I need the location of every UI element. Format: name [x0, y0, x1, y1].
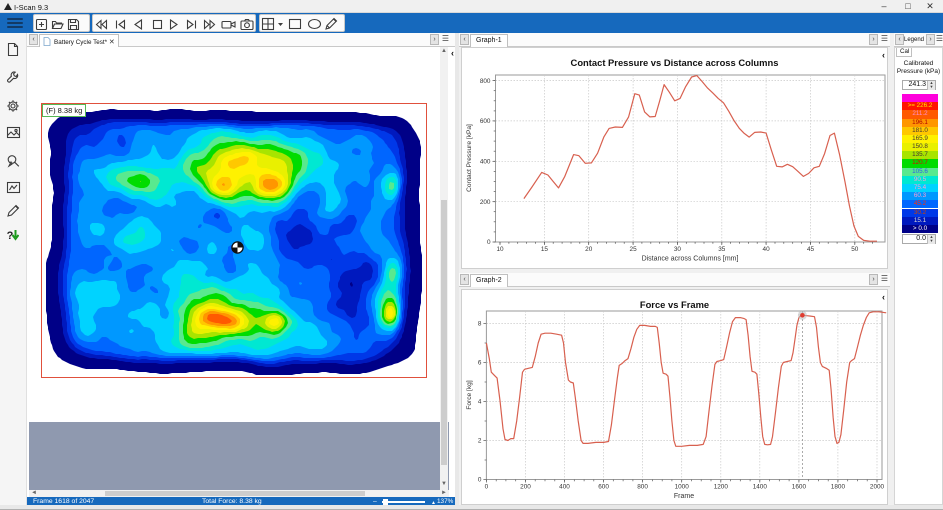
svg-text:0: 0 [478, 477, 482, 484]
svg-text:10: 10 [496, 246, 504, 253]
svg-text:200: 200 [520, 484, 531, 491]
svg-text:2000: 2000 [870, 484, 885, 491]
svg-text:4: 4 [478, 399, 482, 406]
svg-text:45: 45 [807, 246, 815, 253]
svg-text:Frame: Frame [674, 493, 694, 500]
svg-text:20: 20 [585, 246, 593, 253]
svg-text:2: 2 [478, 438, 482, 445]
svg-text:600: 600 [598, 484, 609, 491]
svg-text:1200: 1200 [714, 484, 729, 491]
svg-text:Force [kg]: Force [kg] [466, 380, 473, 409]
svg-text:25: 25 [630, 246, 638, 253]
svg-text:35: 35 [718, 246, 726, 253]
svg-text:1600: 1600 [792, 484, 807, 491]
svg-text:600: 600 [480, 118, 491, 125]
svg-text:30: 30 [674, 246, 682, 253]
svg-text:400: 400 [559, 484, 570, 491]
svg-text:40: 40 [763, 246, 771, 253]
svg-text:6: 6 [478, 360, 482, 367]
svg-text:50: 50 [851, 246, 859, 253]
svg-text:0: 0 [485, 484, 489, 491]
svg-text:15: 15 [541, 246, 549, 253]
svg-text:1000: 1000 [675, 484, 690, 491]
svg-text:8: 8 [478, 321, 482, 328]
svg-text:200: 200 [480, 199, 491, 206]
svg-text:Distance across Columns [mm]: Distance across Columns [mm] [642, 256, 739, 263]
svg-text:0: 0 [487, 239, 491, 246]
svg-text:800: 800 [637, 484, 648, 491]
svg-text:Contact Pressure [kPa]: Contact Pressure [kPa] [466, 124, 473, 192]
svg-text:1400: 1400 [753, 484, 768, 491]
svg-text:800: 800 [480, 78, 491, 85]
svg-text:400: 400 [480, 159, 491, 166]
svg-text:1800: 1800 [831, 484, 846, 491]
